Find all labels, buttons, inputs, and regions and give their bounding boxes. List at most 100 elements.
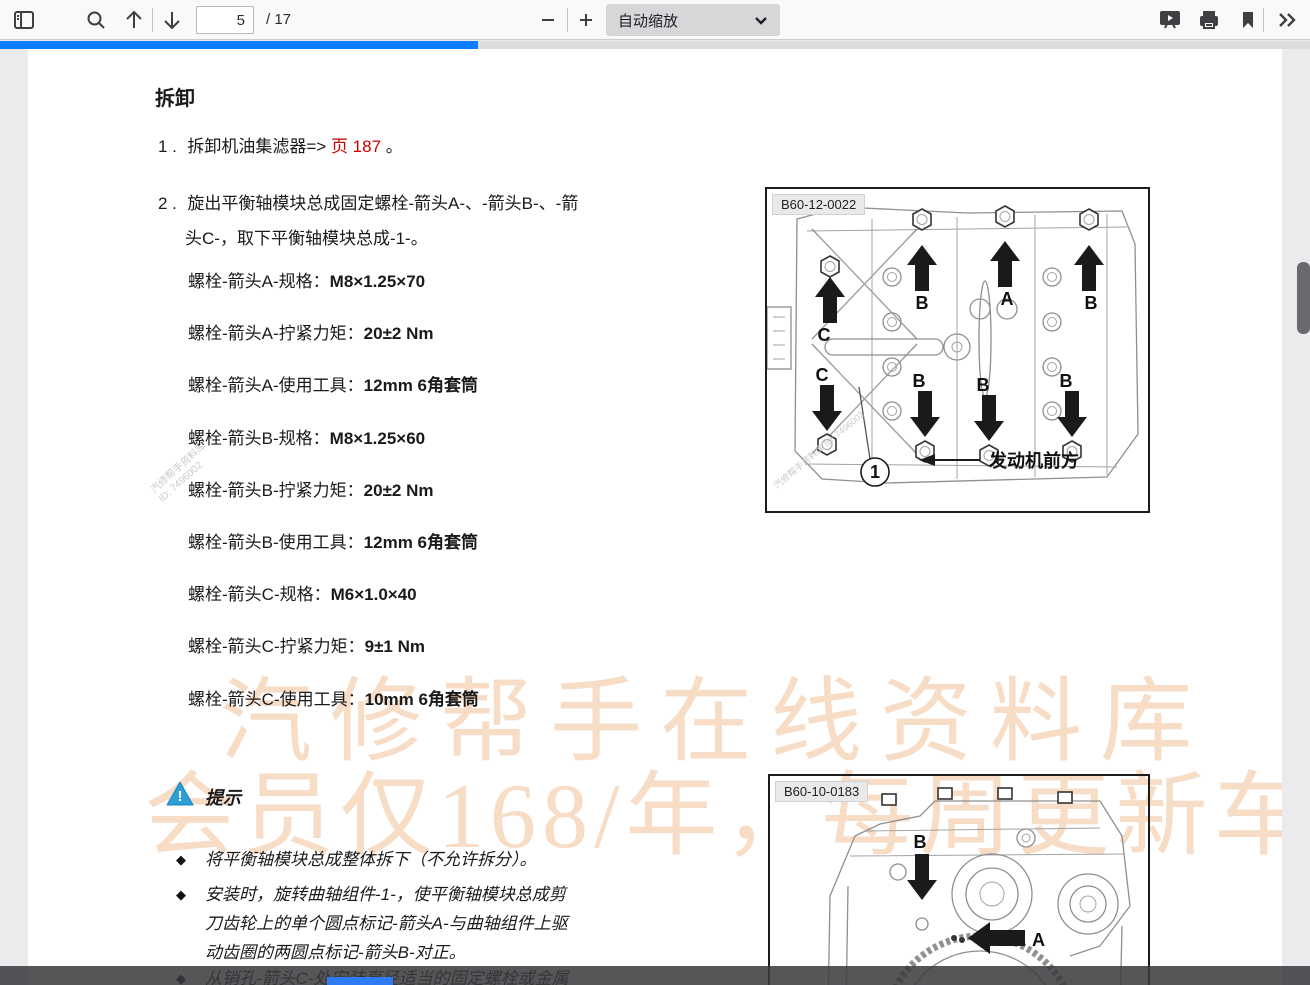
- toolbar-divider: [152, 8, 153, 32]
- spec-label: 螺栓-箭头B-规格：: [188, 429, 330, 448]
- bookmark-button[interactable]: [1232, 4, 1264, 36]
- previous-page-button[interactable]: [118, 4, 150, 36]
- search-icon: [86, 10, 106, 30]
- spec-value: M8×1.25×70: [330, 272, 425, 291]
- presentation-mode-button[interactable]: [1154, 4, 1186, 36]
- step-2-number: 2 .: [158, 194, 177, 213]
- figure1-arrow-label: B: [913, 371, 926, 391]
- spec-value: M6×1.0×40: [331, 585, 417, 604]
- figure1-arrow-label: B: [977, 375, 990, 395]
- print-button[interactable]: [1193, 4, 1225, 36]
- print-icon: [1198, 10, 1220, 30]
- step-2-line2: 头C-，取下平衡轴模块总成-1-。: [185, 224, 578, 249]
- figure1-arrow-label: C: [818, 325, 831, 345]
- figure1-arrow-label: C: [816, 365, 829, 385]
- svg-text:!: !: [178, 788, 183, 805]
- spec-label: 螺栓-箭头C-规格：: [188, 585, 331, 604]
- note-title: 提示: [205, 784, 241, 810]
- spec-value: M8×1.25×60: [330, 429, 425, 448]
- bookmark-icon: [1240, 10, 1256, 30]
- figure1-id-label: B60-12-0022: [772, 194, 865, 215]
- page-count-label: / 17: [266, 11, 291, 28]
- sidebar-toggle-button[interactable]: [8, 4, 40, 36]
- zoom-in-button[interactable]: [570, 4, 602, 36]
- spec-label: 螺栓-箭头B-使用工具：: [188, 533, 364, 552]
- balance-shaft-module-diagram: C B A B C B B B 1 发动机前方 汽修帮手资料库 ID: 7496…: [767, 189, 1148, 511]
- spec-line: 螺栓-箭头A-规格：M8×1.25×70: [188, 267, 425, 292]
- sidebar-toggle-icon: [14, 11, 34, 29]
- figure2-id-label: B60-10-0183: [775, 781, 868, 802]
- crankshaft-timing-marks-diagram: B A: [770, 776, 1148, 985]
- loading-bar: [0, 41, 1310, 49]
- spec-label: 螺栓-箭头B-拧紧力矩：: [188, 481, 364, 500]
- spec-label: 螺栓-箭头A-规格：: [188, 272, 330, 291]
- bullet-diamond-icon: ◆: [176, 852, 186, 868]
- figure2-arrow-label: A: [1032, 930, 1045, 950]
- zoom-dropdown[interactable]: 自动缩放: [606, 4, 780, 36]
- pdf-toolbar: / 17 自动缩放: [0, 0, 1310, 40]
- figure-b60-10-0183: B60-10-0183 B: [768, 774, 1150, 985]
- spec-label: 螺栓-箭头A-拧紧力矩：: [188, 324, 364, 343]
- note-bullet-2-line3: 动齿圈的两圆点标记-箭头B-对正。: [205, 938, 466, 967]
- spec-line: 螺栓-箭头B-使用工具：12mm 6角套筒: [188, 528, 478, 553]
- next-page-button[interactable]: [156, 4, 188, 36]
- spec-value: 12mm 6角套筒: [364, 376, 478, 395]
- watermark-small: 汽修帮手资料库 ID: 7496002: [771, 408, 866, 490]
- spec-line: 螺栓-箭头A-使用工具：12mm 6角套筒: [188, 371, 478, 396]
- step-2: 2 . 旋出平衡轴模块总成固定螺栓-箭头A-、-箭头B-、-箭 头C-，取下平衡…: [158, 189, 578, 249]
- spec-value: 9±1 Nm: [365, 637, 425, 656]
- figure1-arrow-label: A: [1001, 289, 1014, 309]
- spec-label: 螺栓-箭头C-拧紧力矩：: [188, 637, 365, 656]
- step-1-number: 1 .: [158, 137, 177, 156]
- page-down-icon: [163, 10, 181, 30]
- figure1-arrow-label: B: [916, 293, 929, 313]
- step-1-text-after: 。: [381, 137, 403, 156]
- note-bullet-2-line2: 刀齿轮上的单个圆点标记-箭头A-与曲轴组件上驱: [205, 909, 568, 938]
- spec-line: 螺栓-箭头C-拧紧力矩：9±1 Nm: [188, 632, 425, 657]
- spec-line: 螺栓-箭头C-规格：M6×1.0×40: [188, 580, 417, 605]
- page-up-icon: [125, 10, 143, 30]
- spec-value: 10mm 6角套筒: [365, 690, 479, 709]
- watermark-line1: 汽修帮手在线资料库: [220, 647, 1210, 780]
- bottom-overlay-bar: [0, 966, 1310, 985]
- toolbar-divider: [1263, 8, 1264, 32]
- spec-line: 螺栓-箭头B-规格：M8×1.25×60: [188, 424, 425, 449]
- spec-line: 螺栓-箭头A-拧紧力矩：20±2 Nm: [188, 319, 433, 344]
- text-highlight: [327, 977, 393, 985]
- figure2-arrow-label: B: [914, 832, 927, 852]
- step-1-page-link[interactable]: 页 187: [331, 137, 381, 156]
- loading-bar-fill: [0, 41, 478, 49]
- step-1: 1 . 拆卸机油集滤器=> 页 187 。: [158, 132, 403, 157]
- spec-line: 螺栓-箭头C-使用工具：10mm 6角套筒: [188, 685, 479, 710]
- spec-label: 螺栓-箭头C-使用工具：: [188, 690, 365, 709]
- spec-line: 螺栓-箭头B-拧紧力矩：20±2 Nm: [188, 476, 433, 501]
- figure1-arrow-label: B: [1060, 371, 1073, 391]
- zoom-dropdown-value: 自动缩放: [618, 10, 678, 31]
- bullet-diamond-icon: ◆: [176, 887, 186, 903]
- figure1-arrow-label: B: [1085, 293, 1098, 313]
- zoom-out-button[interactable]: [532, 4, 564, 36]
- figure-b60-12-0022: B60-12-0022: [765, 187, 1150, 513]
- figure1-callout-1: 1: [870, 462, 880, 482]
- spec-value: 12mm 6角套筒: [364, 533, 478, 552]
- step-2-line1: 旋出平衡轴模块总成固定螺栓-箭头A-、-箭头B-、-箭: [187, 194, 578, 213]
- step-1-text: 拆卸机油集滤器=>: [187, 137, 331, 156]
- zoom-in-icon: [578, 12, 594, 28]
- pdf-page: 汽修帮手在线资料库 会员仅168/年，每周更新车型 汽修帮手资料库 ID: 74…: [28, 49, 1282, 985]
- figure1-direction-label: 发动机前方: [988, 450, 1079, 471]
- presentation-mode-icon: [1159, 10, 1181, 30]
- vertical-scrollbar-thumb[interactable]: [1297, 262, 1310, 334]
- warning-triangle-icon: !: [166, 781, 194, 807]
- zoom-out-icon: [540, 12, 556, 28]
- chevron-down-icon: [754, 15, 768, 25]
- search-button[interactable]: [80, 4, 112, 36]
- more-tools-icon: [1277, 11, 1299, 29]
- page-number-input[interactable]: [196, 6, 254, 34]
- note-bullet-1: 将平衡轴模块总成整体拆下（不允许拆分）。: [205, 845, 537, 874]
- toolbar-divider: [567, 8, 568, 32]
- spec-label: 螺栓-箭头A-使用工具：: [188, 376, 364, 395]
- spec-value: 20±2 Nm: [364, 324, 434, 343]
- section-heading: 拆卸: [155, 82, 195, 111]
- more-tools-button[interactable]: [1272, 4, 1304, 36]
- note-bullet-2-line1: 安装时，旋转曲轴组件-1-，使平衡轴模块总成剪: [205, 880, 566, 909]
